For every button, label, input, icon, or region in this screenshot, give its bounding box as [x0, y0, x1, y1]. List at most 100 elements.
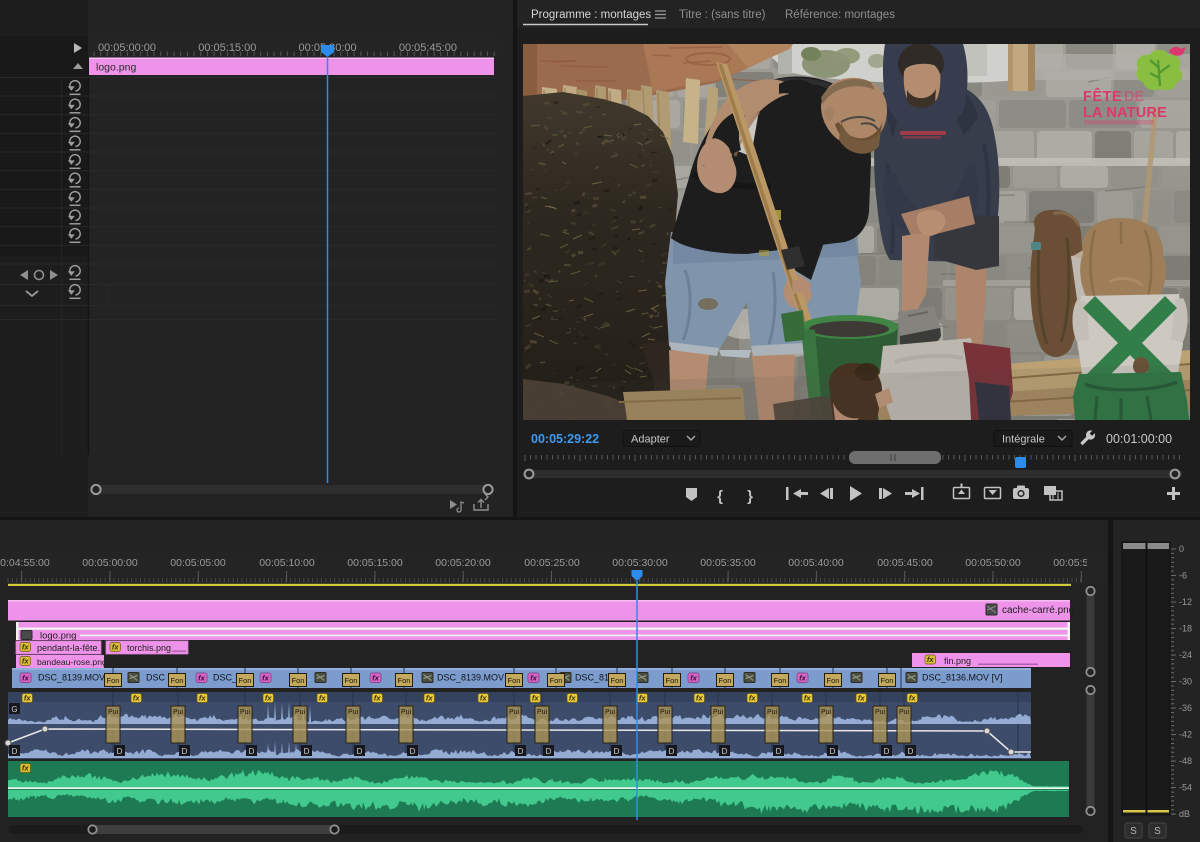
svg-text:D: D [249, 747, 255, 756]
svg-text:fin.png: fin.png [944, 656, 971, 666]
svg-text:Pui: Pui [348, 709, 359, 716]
svg-text:Pui: Pui [605, 709, 616, 716]
svg-text:logo.png: logo.png [96, 62, 136, 74]
svg-text:fx: fx [749, 694, 756, 703]
svg-text:fx: fx [374, 694, 381, 703]
svg-text:-42: -42 [1179, 730, 1192, 740]
svg-text:00:05:00:00: 00:05:00:00 [82, 557, 138, 569]
svg-text:D: D [410, 747, 416, 756]
svg-text:Pui: Pui [713, 709, 724, 716]
svg-text:logo.png: logo.png [40, 631, 76, 642]
svg-text:-24: -24 [1179, 650, 1192, 660]
svg-text:S: S [1130, 826, 1137, 837]
svg-text:D: D [830, 747, 836, 756]
svg-text:D: D [182, 747, 188, 756]
svg-text:-6: -6 [1179, 571, 1187, 581]
svg-text:pendant-la-fête.: pendant-la-fête. [37, 643, 100, 653]
svg-text:fx: fx [319, 694, 326, 703]
svg-text:bandeau-rose.png: bandeau-rose.png [37, 657, 107, 667]
svg-text:fx: fx [22, 643, 29, 652]
svg-text:fx: fx [133, 694, 140, 703]
svg-text:00:05:20:00: 00:05:20:00 [435, 557, 491, 569]
svg-text:fx: fx [22, 674, 29, 683]
svg-text:Fon: Fon [171, 676, 184, 685]
svg-text:DSC_81: DSC_81 [575, 673, 609, 683]
svg-text:Pui: Pui [875, 709, 886, 716]
svg-text:00:04:55:00: 00:04:55:00 [0, 557, 50, 569]
svg-text:fx: fx [199, 694, 206, 703]
svg-text:Pui: Pui [660, 709, 671, 716]
svg-text:Fon: Fon [827, 676, 840, 685]
svg-text:D: D [12, 747, 18, 756]
svg-text:-12: -12 [1179, 597, 1192, 607]
svg-text:Pui: Pui [108, 709, 119, 716]
svg-text:fx: fx [799, 674, 806, 683]
svg-text:Titre : (sans titre): Titre : (sans titre) [679, 9, 766, 21]
svg-text:Pui: Pui [295, 709, 306, 716]
svg-text:00:05:05:00: 00:05:05:00 [170, 557, 226, 569]
svg-text:Fon: Fon [239, 676, 252, 685]
svg-text:00:01:00:00: 00:01:00:00 [1106, 432, 1172, 446]
svg-text:G: G [11, 705, 17, 714]
svg-text:fx: fx [372, 674, 379, 683]
svg-text:fx: fx [22, 764, 29, 773]
svg-text:fx: fx [112, 643, 119, 652]
svg-text:00:05:50:00: 00:05:50:00 [965, 557, 1021, 569]
svg-text:torchis.png: torchis.png [127, 643, 171, 653]
svg-text:fx: fx [804, 694, 811, 703]
svg-text:D: D [518, 747, 524, 756]
svg-text:Fon: Fon [398, 676, 411, 685]
svg-text:DSC_8139.MOV [: DSC_8139.MOV [ [437, 673, 510, 683]
svg-text:D: D [614, 747, 620, 756]
svg-text:Fon: Fon [550, 676, 563, 685]
svg-text:Référence: montages: Référence: montages [785, 9, 895, 21]
svg-text:Adapter: Adapter [631, 434, 670, 446]
svg-text:Fon: Fon [719, 676, 732, 685]
svg-text:-30: -30 [1179, 677, 1192, 687]
svg-text:D: D [884, 747, 890, 756]
svg-text:Pui: Pui [240, 709, 251, 716]
svg-text:DSC_: DSC_ [213, 673, 238, 683]
svg-text:-48: -48 [1179, 756, 1192, 766]
svg-text:fx: fx [480, 694, 487, 703]
svg-text:D: D [546, 747, 552, 756]
svg-text:Fon: Fon [508, 676, 521, 685]
svg-text:Fon: Fon [666, 676, 679, 685]
svg-text:-18: -18 [1179, 624, 1192, 634]
svg-text:Fon: Fon [292, 676, 305, 685]
svg-text:fx: fx [265, 694, 272, 703]
svg-text:Intégrale: Intégrale [1002, 434, 1045, 446]
svg-text:Programme : montages: Programme : montages [531, 9, 651, 21]
svg-text:DSC_8139.MOV [: DSC_8139.MOV [ [38, 673, 111, 683]
svg-text:00:05:25:00: 00:05:25:00 [524, 557, 580, 569]
svg-text:0: 0 [1179, 544, 1184, 554]
svg-text:Pui: Pui [767, 709, 778, 716]
svg-text:fx: fx [569, 694, 576, 703]
svg-text:D: D [357, 747, 363, 756]
svg-text:Pui: Pui [173, 709, 184, 716]
svg-text:D: D [908, 747, 914, 756]
svg-text:00:05:35:00: 00:05:35:00 [700, 557, 756, 569]
svg-text:D: D [669, 747, 675, 756]
svg-text:Fon: Fon [774, 676, 787, 685]
svg-text:Pui: Pui [401, 709, 412, 716]
svg-text:dB: dB [1179, 809, 1190, 819]
svg-text:Pui: Pui [821, 709, 832, 716]
svg-text:fx: fx [22, 657, 29, 666]
svg-text:00:05:40:00: 00:05:40:00 [788, 557, 844, 569]
svg-text:fx: fx [198, 674, 205, 683]
svg-text:00:05:45:00: 00:05:45:00 [877, 557, 933, 569]
svg-text:-54: -54 [1179, 783, 1192, 793]
svg-text:fx: fx [530, 674, 537, 683]
svg-text:fx: fx [426, 694, 433, 703]
svg-text:00:05:10:00: 00:05:10:00 [259, 557, 315, 569]
svg-text:Pui: Pui [899, 709, 910, 716]
svg-text:fx: fx [639, 694, 646, 703]
svg-text:fx: fx [532, 694, 539, 703]
svg-text:D: D [117, 747, 123, 756]
svg-text:cache-carré.png: cache-carré.png [1002, 605, 1074, 616]
svg-text:Fon: Fon [107, 676, 120, 685]
svg-text:D: D [776, 747, 782, 756]
svg-text:fx: fx [909, 694, 916, 703]
svg-text:D: D [304, 747, 310, 756]
